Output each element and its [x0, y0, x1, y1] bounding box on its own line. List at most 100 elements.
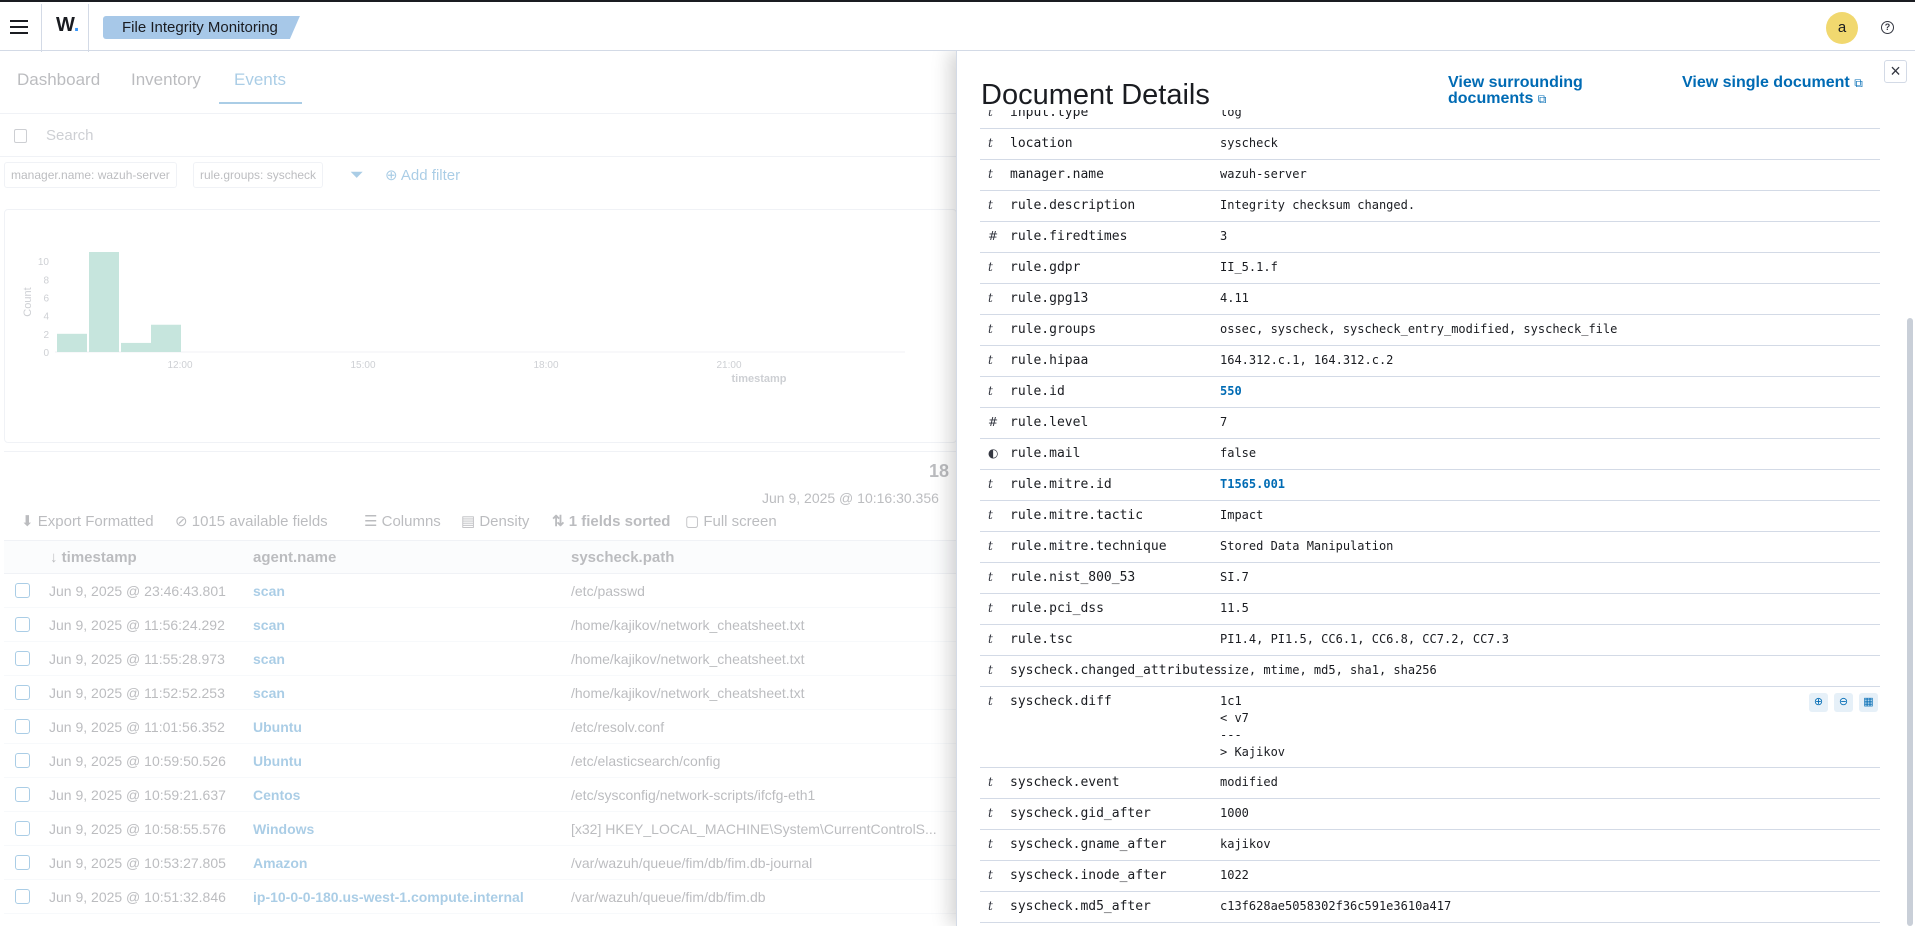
cell-agent[interactable]: Windows: [253, 821, 314, 837]
filter-pill-groups[interactable]: rule.groups: syscheck: [193, 162, 324, 188]
add-filter-button[interactable]: ⊕ Add filter: [385, 166, 460, 184]
inspect-icon[interactable]: [15, 583, 30, 598]
field-type-icon: t: [988, 694, 993, 708]
y-tick-label: 0: [43, 348, 49, 359]
inspect-icon[interactable]: [15, 753, 30, 768]
cell-agent[interactable]: scan: [253, 651, 285, 667]
table-row[interactable]: Jun 9, 2025 @ 10:53:27.805 Amazon /var/w…: [4, 846, 957, 880]
toggle-column-icon[interactable]: ▦: [1859, 693, 1878, 712]
inspect-icon[interactable]: [15, 651, 30, 666]
filter-out-icon[interactable]: ⊖: [1834, 693, 1853, 712]
tab-events[interactable]: Events: [234, 70, 286, 90]
column-header-agent[interactable]: agent.name: [253, 549, 336, 566]
inspect-icon[interactable]: [15, 821, 30, 836]
view-single-link[interactable]: View single document ⧉: [1682, 75, 1863, 91]
breadcrumb[interactable]: File Integrity Monitoring: [103, 16, 300, 39]
cell-agent[interactable]: Amazon: [253, 855, 307, 871]
field-type-icon: t: [988, 353, 993, 367]
avatar[interactable]: a: [1826, 12, 1858, 44]
field-name: syscheck.event: [1010, 775, 1120, 790]
inspect-icon[interactable]: [15, 719, 30, 734]
cell-agent[interactable]: Ubuntu: [253, 753, 302, 769]
field-name: rule.mitre.id: [1010, 477, 1112, 492]
fullscreen-button[interactable]: ▢ Full screen: [685, 512, 777, 530]
available-fields-button[interactable]: ⊘ 1015 available fields: [175, 512, 328, 530]
cell-timestamp: Jun 9, 2025 @ 11:01:56.352: [49, 719, 225, 735]
field-type-icon: t: [988, 837, 993, 851]
close-button[interactable]: ×: [1884, 60, 1907, 83]
field-type-icon: t: [988, 899, 993, 913]
table-row[interactable]: Jun 9, 2025 @ 10:51:32.846 ip-10-0-0-180…: [4, 880, 957, 914]
inspect-icon[interactable]: [15, 855, 30, 870]
field-type-icon: t: [988, 601, 993, 615]
table-row[interactable]: Jun 9, 2025 @ 23:46:43.801 scan /etc/pas…: [4, 574, 957, 608]
field-value: SI.7: [1220, 570, 1249, 584]
filter-pill-manager[interactable]: manager.name: wazuh-server: [4, 162, 177, 188]
cell-agent[interactable]: Ubuntu: [253, 719, 302, 735]
field-actions: ⊕ ⊖ ▦: [1809, 693, 1878, 712]
cell-agent[interactable]: Centos: [253, 787, 300, 803]
y-tick-label: 10: [38, 257, 50, 268]
field-name: rule.firedtimes: [1010, 229, 1128, 244]
filter-for-icon[interactable]: ⊕: [1809, 693, 1828, 712]
table-row[interactable]: Jun 9, 2025 @ 11:01:56.352 Ubuntu /etc/r…: [4, 710, 957, 744]
query-language-icon[interactable]: [14, 129, 27, 143]
external-link-icon: ⧉: [1854, 76, 1863, 90]
field-name: syscheck.inode_after: [1010, 868, 1167, 883]
cell-agent[interactable]: scan: [253, 617, 285, 633]
field-value: Impact: [1220, 508, 1264, 522]
tab-dashboard[interactable]: Dashboard: [17, 70, 100, 90]
cell-agent[interactable]: scan: [253, 583, 285, 599]
table-row[interactable]: Jun 9, 2025 @ 11:56:24.292 scan /home/ka…: [4, 608, 957, 642]
histogram-panel: 10 8 6 4 2 0 Count 12:00 15:00 18:00 21:00 timestam…: [4, 209, 957, 443]
cell-timestamp: Jun 9, 2025 @ 10:59:21.637: [49, 787, 226, 803]
field-name: rule.pci_dss: [1010, 601, 1104, 616]
table-row[interactable]: Jun 9, 2025 @ 10:58:55.576 Windows [x32]…: [4, 812, 957, 846]
scrollbar[interactable]: [1907, 318, 1913, 926]
columns-button[interactable]: ☰ Columns: [364, 512, 441, 530]
field-name: syscheck.gid_after: [1010, 806, 1151, 821]
field-type-icon: t: [988, 663, 993, 677]
x-tick-label: 12:00: [167, 360, 192, 371]
menu-icon[interactable]: [10, 18, 28, 34]
inspect-icon[interactable]: [15, 685, 30, 700]
field-name: input.type: [1010, 105, 1089, 120]
field-name: syscheck.changed_attributes: [1010, 663, 1222, 678]
histogram-bar: [57, 333, 87, 352]
cell-agent[interactable]: ip-10-0-0-180.us-west-1.compute.internal: [253, 889, 524, 905]
y-tick-label: 8: [43, 275, 49, 286]
table-row[interactable]: Jun 9, 2025 @ 10:59:50.526 Ubuntu /etc/e…: [4, 744, 957, 778]
field-row: t rule.mitre.technique Stored Data Manip…: [980, 532, 1880, 563]
inspect-icon[interactable]: [15, 787, 30, 802]
table-row[interactable]: Jun 9, 2025 @ 11:55:28.973 scan /home/ka…: [4, 642, 957, 676]
field-value[interactable]: T1565.001: [1220, 470, 1880, 499]
wazuh-logo[interactable]: W.: [56, 14, 79, 37]
search-input[interactable]: Search: [46, 127, 94, 144]
field-name: rule.hipaa: [1010, 353, 1089, 368]
sort-button[interactable]: ⇅ 1 fields sorted: [552, 512, 670, 530]
tab-inventory[interactable]: Inventory: [131, 70, 201, 90]
inspect-icon[interactable]: [15, 889, 30, 904]
table-row[interactable]: Jun 9, 2025 @ 11:52:52.253 scan /home/ka…: [4, 676, 957, 710]
cell-path: /var/wazuh/queue/fim/db/fim.db: [571, 889, 766, 905]
field-value[interactable]: 550: [1220, 377, 1880, 406]
cell-agent[interactable]: scan: [253, 685, 285, 701]
field-type-icon: t: [988, 539, 993, 553]
field-name: rule.groups: [1010, 322, 1097, 337]
field-name: rule.mitre.tactic: [1010, 508, 1144, 523]
column-header-path[interactable]: syscheck.path: [571, 549, 674, 566]
field-row: t rule.hipaa 164.312.c.1, 164.312.c.2: [980, 346, 1880, 377]
field-row: t syscheck.gid_after 1000: [980, 799, 1880, 830]
field-value: II_5.1.f: [1220, 260, 1278, 274]
field-row: t syscheck.gname_after kajikov: [980, 830, 1880, 861]
x-tick-label: 15:00: [350, 360, 375, 371]
filter-icon[interactable]: ⏷: [350, 165, 364, 185]
table-row[interactable]: Jun 9, 2025 @ 10:59:21.637 Centos /etc/s…: [4, 778, 957, 812]
field-name: rule.description: [1010, 198, 1136, 213]
field-row: t rule.id 550: [980, 377, 1880, 408]
help-icon[interactable]: ?: [1881, 21, 1894, 34]
export-button[interactable]: ⬇ Export Formatted: [21, 512, 154, 530]
inspect-icon[interactable]: [15, 617, 30, 632]
column-header-timestamp[interactable]: ↓ timestamp: [50, 549, 137, 566]
density-button[interactable]: ▤ Density: [461, 512, 529, 530]
